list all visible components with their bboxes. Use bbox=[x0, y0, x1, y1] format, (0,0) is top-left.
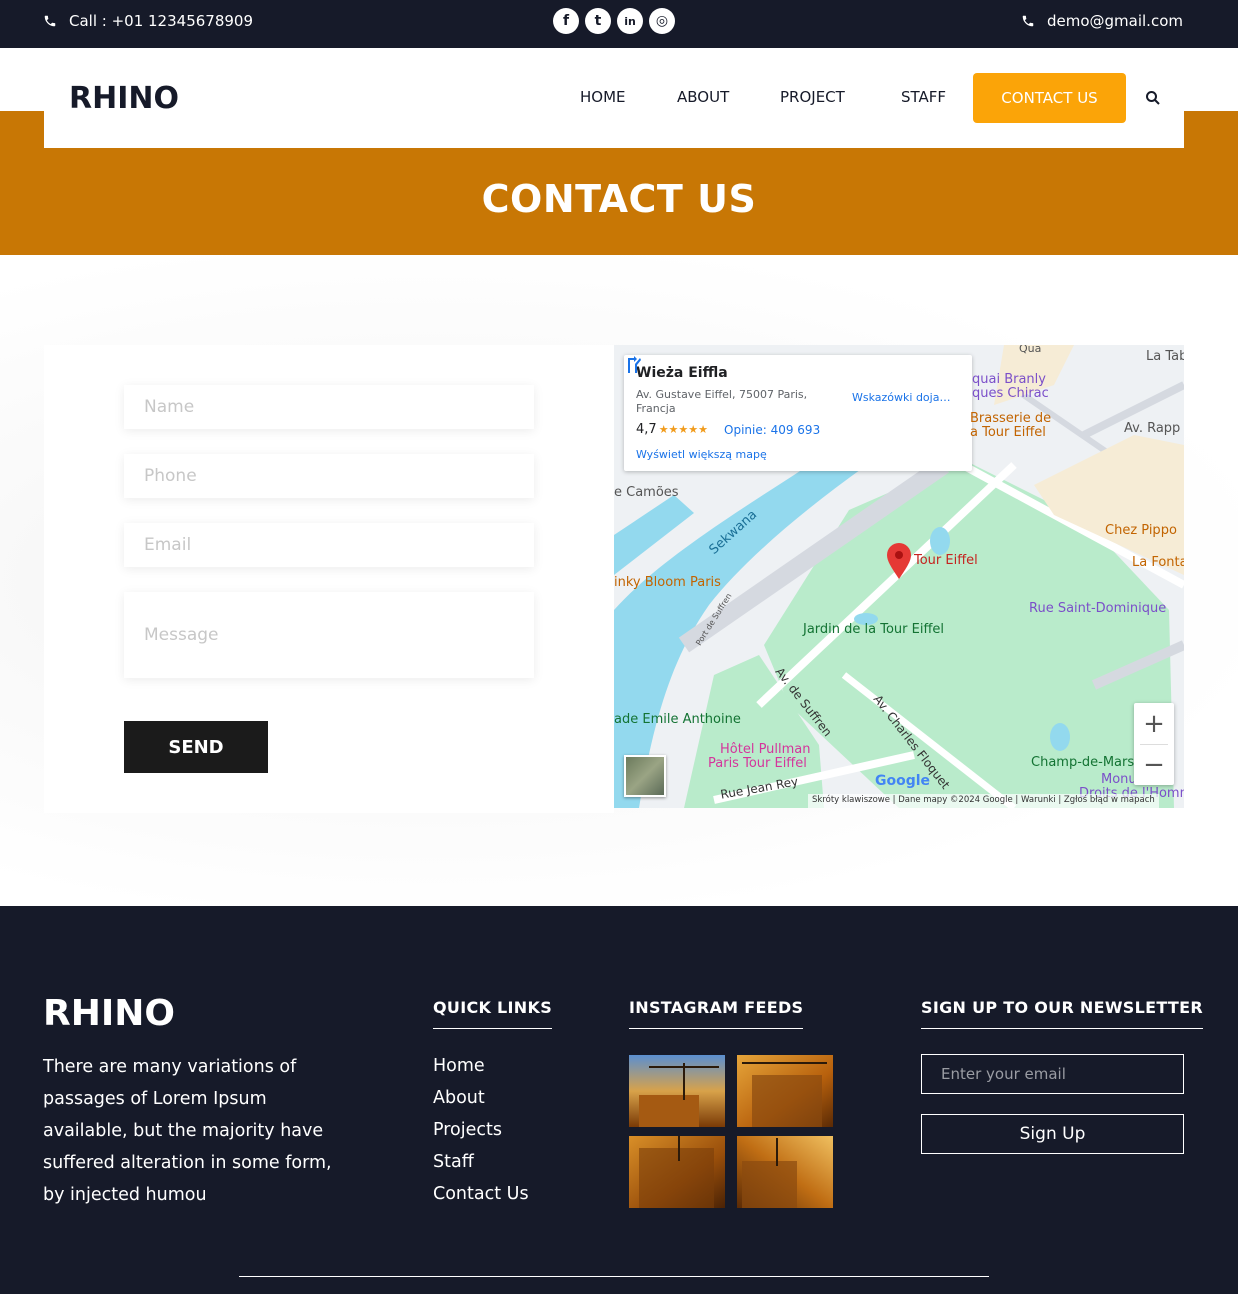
footer-link-contact[interactable]: Contact Us bbox=[433, 1178, 529, 1210]
map-label-quai: Qua bbox=[1019, 345, 1042, 355]
phone-input[interactable]: Phone bbox=[124, 454, 534, 498]
instagram-image[interactable] bbox=[737, 1136, 833, 1208]
google-logo: Google bbox=[875, 773, 931, 789]
nav-about[interactable]: ABOUT bbox=[677, 88, 729, 106]
newsletter-email-input[interactable]: Enter your email bbox=[921, 1054, 1184, 1094]
place-address: Av. Gustave Eiffel, 75007 Paris, Francja bbox=[636, 388, 808, 415]
map-label-saint-dominique[interactable]: Rue Saint-Dominique bbox=[1029, 601, 1166, 616]
map-label-brasserie-1[interactable]: Brasserie de bbox=[970, 411, 1051, 426]
map-label-tour-eiffel[interactable]: Tour Eiffel bbox=[914, 553, 978, 568]
instagram-image[interactable] bbox=[629, 1055, 725, 1127]
email-info[interactable]: demo@gmail.com bbox=[1021, 12, 1183, 30]
map-embed[interactable]: Wieża Eiffla Av. Gustave Eiffel, 75007 P… bbox=[614, 345, 1184, 808]
twitter-icon[interactable]: t bbox=[585, 8, 611, 34]
email-input[interactable]: Email bbox=[124, 523, 534, 567]
name-input[interactable]: Name bbox=[124, 385, 534, 429]
footer-divider bbox=[239, 1276, 989, 1277]
footer-link-home[interactable]: Home bbox=[433, 1050, 529, 1082]
zoom-divider bbox=[1140, 744, 1168, 745]
footer-logo[interactable]: RHINO bbox=[43, 993, 175, 1034]
map-label-quai-2[interactable]: ques Chirac bbox=[972, 386, 1049, 401]
instagram-image[interactable] bbox=[737, 1055, 833, 1127]
place-card: Wieża Eiffla Av. Gustave Eiffel, 75007 P… bbox=[624, 355, 972, 471]
map-label-emile[interactable]: ade Emile Anthoine bbox=[614, 712, 741, 727]
call-text: Call : +01 12345678909 bbox=[69, 12, 253, 30]
zoom-in-button[interactable]: + bbox=[1134, 703, 1174, 744]
facebook-icon[interactable]: f bbox=[553, 8, 579, 34]
map-label-quai-1[interactable]: quai Branly bbox=[972, 372, 1046, 387]
directions-link[interactable]: Wskazówki doja… bbox=[852, 391, 956, 404]
top-bar: Call : +01 12345678909 f t in ◎ demo@gma… bbox=[0, 0, 1238, 48]
map-label-chez-pippo[interactable]: Chez Pippo bbox=[1105, 523, 1177, 538]
map-label-brasserie-2[interactable]: a Tour Eiffel bbox=[970, 425, 1046, 440]
place-title: Wieża Eiffla bbox=[636, 365, 728, 381]
star-rating-icon: ★★★★★ bbox=[658, 423, 708, 436]
nav-staff[interactable]: STAFF bbox=[901, 88, 946, 106]
footer-link-about[interactable]: About bbox=[433, 1082, 529, 1114]
instagram-icon[interactable]: ◎ bbox=[649, 8, 675, 34]
phone-icon bbox=[44, 15, 56, 27]
map-label-av-rapp: Av. Rapp bbox=[1124, 421, 1181, 436]
map-label-jardin[interactable]: Jardin de la Tour Eiffel bbox=[803, 622, 944, 637]
main-nav: RHINO HOME ABOUT PROJECT STAFF CONTACT U… bbox=[44, 48, 1184, 148]
map-attribution[interactable]: Skróty klawiszowe | Dane mapy ©2024 Goog… bbox=[808, 794, 1159, 808]
footer-link-projects[interactable]: Projects bbox=[433, 1114, 529, 1146]
quick-links-list: Home About Projects Staff Contact Us bbox=[433, 1050, 529, 1210]
map-label-la-tab: La Tab bbox=[1146, 349, 1184, 364]
footer-about-text: There are many variations of passages of… bbox=[43, 1057, 332, 1205]
email-text: demo@gmail.com bbox=[1046, 12, 1183, 30]
rating-value: 4,7 bbox=[636, 422, 657, 437]
reviews-link[interactable]: Opinie: 409 693 bbox=[724, 423, 820, 437]
search-icon[interactable] bbox=[1145, 90, 1161, 106]
contact-us-button[interactable]: CONTACT US bbox=[973, 73, 1126, 123]
footer: RHINO There are many variations of passa… bbox=[0, 906, 1238, 1294]
map-label-la-fonta[interactable]: La Fonta bbox=[1132, 555, 1184, 570]
map-label-blinky[interactable]: inky Bloom Paris bbox=[614, 575, 721, 590]
phone-icon bbox=[1022, 15, 1034, 27]
sign-up-button[interactable]: Sign Up bbox=[921, 1114, 1184, 1154]
logo[interactable]: RHINO bbox=[69, 81, 179, 116]
zoom-control: + − bbox=[1134, 703, 1174, 785]
contact-form: Name Phone Email Message SEND bbox=[44, 345, 614, 813]
message-input[interactable]: Message bbox=[124, 592, 534, 678]
call-info[interactable]: Call : +01 12345678909 bbox=[43, 12, 253, 30]
send-button[interactable]: SEND bbox=[124, 721, 268, 773]
map-label-champ[interactable]: Champ-de-Mars bbox=[1031, 755, 1134, 770]
quick-links-heading: QUICK LINKS bbox=[433, 998, 553, 1029]
linkedin-icon[interactable]: in bbox=[617, 8, 643, 34]
map-label-pullman-1[interactable]: Hôtel Pullman bbox=[720, 742, 811, 757]
nav-home[interactable]: HOME bbox=[580, 88, 626, 106]
map-label-pullman-2[interactable]: Paris Tour Eiffel bbox=[708, 756, 807, 771]
page-title: CONTACT US bbox=[481, 177, 757, 221]
instagram-heading: INSTAGRAM FEEDS bbox=[629, 998, 804, 1029]
place-rating: 4,7 ★★★★★ bbox=[636, 422, 708, 437]
map-label-camoes: e Camões bbox=[614, 485, 679, 500]
view-larger-map-link[interactable]: Wyświetl większą mapę bbox=[636, 448, 767, 461]
satellite-toggle[interactable] bbox=[624, 755, 666, 797]
directions-icon[interactable] bbox=[624, 355, 644, 375]
nav-project[interactable]: PROJECT bbox=[780, 88, 845, 106]
footer-link-staff[interactable]: Staff bbox=[433, 1146, 529, 1178]
map-label-monu-1: Monu bbox=[1101, 772, 1137, 787]
instagram-image[interactable] bbox=[629, 1136, 725, 1208]
zoom-out-button[interactable]: − bbox=[1134, 744, 1174, 785]
newsletter-heading: SIGN UP TO OUR NEWSLETTER bbox=[921, 998, 1203, 1029]
social-links: f t in ◎ bbox=[553, 8, 675, 34]
